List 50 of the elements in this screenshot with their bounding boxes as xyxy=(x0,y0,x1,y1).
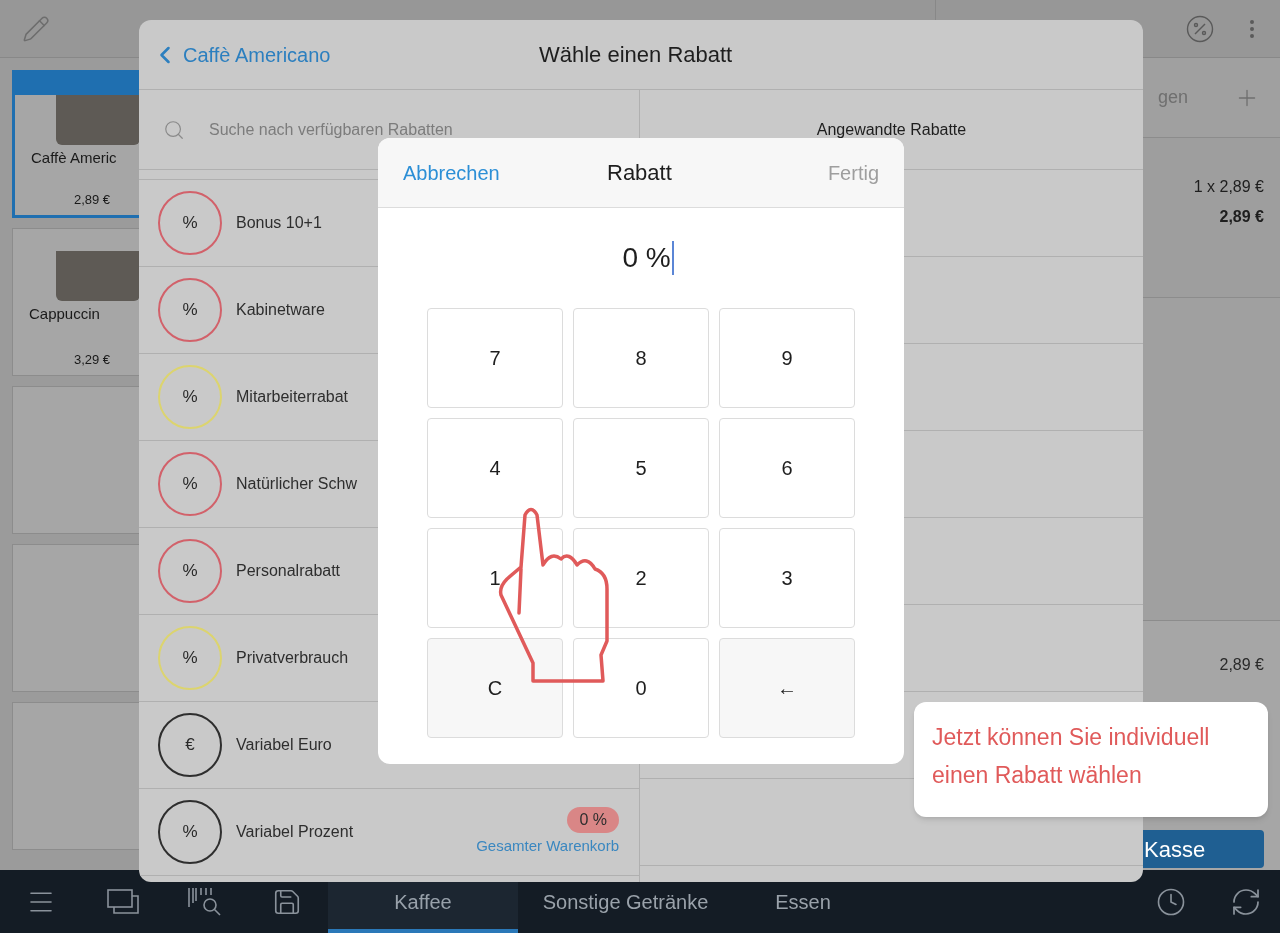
discount-name: Privatverbrauch xyxy=(236,648,349,668)
keypad-key[interactable]: C xyxy=(427,638,563,738)
tooltip-text: Jetzt können Sie individuell einen Rabatt wählen xyxy=(932,723,1211,790)
discount-type-icon: % xyxy=(158,452,222,516)
discount-type-icon: % xyxy=(158,191,222,255)
keypad-key[interactable]: 8 xyxy=(573,308,709,408)
keypad-key[interactable]: 1 xyxy=(427,528,563,628)
keypad-key[interactable]: 0 xyxy=(573,638,709,738)
keypad-key[interactable]: 7 xyxy=(427,308,563,408)
category-tab[interactable]: Essen xyxy=(733,870,873,933)
keypad-key[interactable]: 4 xyxy=(427,418,563,518)
discount-name: Bonus 10+1 xyxy=(236,213,322,233)
discount-item[interactable]: % Variabel Prozent 0 % Gesamter Warenkorb xyxy=(139,789,639,876)
discount-type-icon: € xyxy=(158,713,222,777)
windows-icon[interactable] xyxy=(107,888,139,915)
product-price: 3,29 € xyxy=(72,350,112,369)
keypad-key[interactable]: 5 xyxy=(573,418,709,518)
keypad-key[interactable]: ← xyxy=(719,638,855,738)
discount-name: Natürlicher Schw xyxy=(236,474,357,494)
discount-name: Kabinetware xyxy=(236,300,325,320)
discount-type-icon: % xyxy=(158,278,222,342)
edit-icon[interactable] xyxy=(22,14,50,43)
numpad-title: Rabatt xyxy=(607,159,672,187)
discount-name: Variabel Prozent xyxy=(236,822,354,842)
clock-icon[interactable] xyxy=(1156,886,1186,917)
keypad-key[interactable]: 9 xyxy=(719,308,855,408)
product-name: Cappuccin xyxy=(28,304,101,324)
discount-name: Mitarbeiterrabat xyxy=(236,387,349,407)
keypad-key[interactable]: 3 xyxy=(719,528,855,628)
product-price: 2,89 € xyxy=(72,190,112,209)
percent-circle-icon[interactable] xyxy=(1186,14,1214,43)
cart-subtotal: 2,89 € xyxy=(1219,655,1264,675)
discount-name: Variabel Euro xyxy=(236,735,332,755)
cart-line-quantity: 1 x 2,89 € xyxy=(1193,177,1264,197)
barcode-search-icon[interactable] xyxy=(187,886,223,917)
discount-value-field[interactable]: 0 % xyxy=(608,237,674,279)
product-name: Caffè Americ xyxy=(30,148,118,168)
discount-value-badge: 0 % xyxy=(567,806,619,833)
applied-discounts-header: Angewandte Rabatte xyxy=(816,119,967,140)
keypad-key[interactable]: 6 xyxy=(719,418,855,518)
cart-line-total: 2,89 € xyxy=(1219,207,1264,227)
discount-type-icon: % xyxy=(158,365,222,429)
discount-type-icon: % xyxy=(158,539,222,603)
keypad-key[interactable]: 2 xyxy=(573,528,709,628)
discount-type-icon: % xyxy=(158,626,222,690)
dialog-title: Wähle einen Rabatt xyxy=(539,41,733,69)
discount-type-icon: % xyxy=(158,800,222,864)
search-icon xyxy=(163,118,185,141)
search-field[interactable]: Suche nach verfügbaren Rabatten xyxy=(209,117,639,142)
discount-name: Personalrabatt xyxy=(236,561,341,581)
